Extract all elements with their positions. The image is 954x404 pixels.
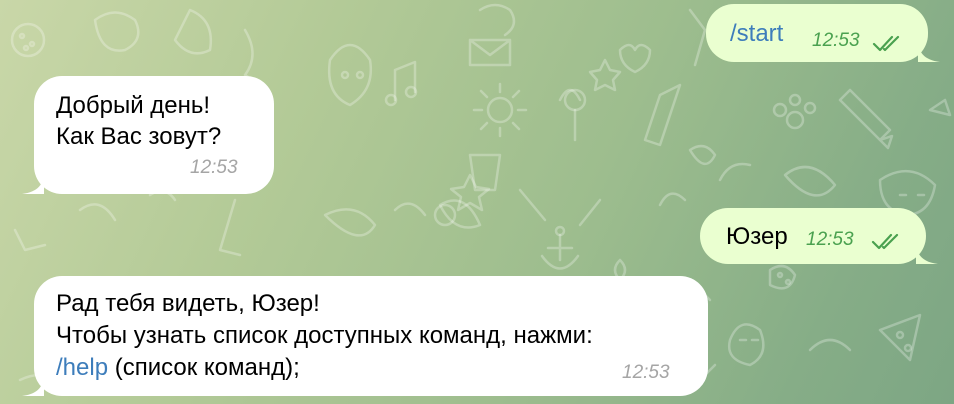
bubble-tail bbox=[22, 374, 44, 396]
message-text-line: Рад тебя видеть, Юзер! bbox=[56, 290, 320, 317]
message-time: 12:53 bbox=[806, 229, 854, 250]
outgoing-message[interactable]: Юзер 12:53 bbox=[700, 208, 938, 264]
message-text-line: /help (список команд); bbox=[56, 352, 300, 384]
message-text-line: Как Вас зовут? bbox=[56, 123, 222, 150]
message-text: Юзер bbox=[726, 223, 788, 250]
bubble-tail bbox=[918, 40, 940, 62]
bubble-tail bbox=[916, 242, 938, 264]
message-time: 12:53 bbox=[812, 30, 860, 51]
bubble-tail bbox=[22, 172, 44, 194]
message-text-line: Чтобы узнать список доступных команд, на… bbox=[56, 322, 593, 349]
message-text-line: Добрый день! bbox=[56, 92, 211, 119]
double-check-icon bbox=[872, 35, 900, 52]
incoming-message[interactable]: Рад тебя видеть, Юзер! Чтобы узнать спис… bbox=[22, 276, 708, 396]
double-check-icon bbox=[871, 233, 899, 250]
message-time: 12:53 bbox=[622, 362, 670, 383]
command-description: (список команд); bbox=[108, 354, 300, 381]
help-command-link[interactable]: /help bbox=[56, 354, 108, 381]
message-time: 12:53 bbox=[190, 157, 238, 178]
command-link[interactable]: /start bbox=[730, 18, 783, 50]
outgoing-message[interactable]: /start 12:53 bbox=[706, 4, 940, 62]
incoming-message[interactable]: Добрый день! Как Вас зовут? 12:53 bbox=[22, 76, 274, 194]
